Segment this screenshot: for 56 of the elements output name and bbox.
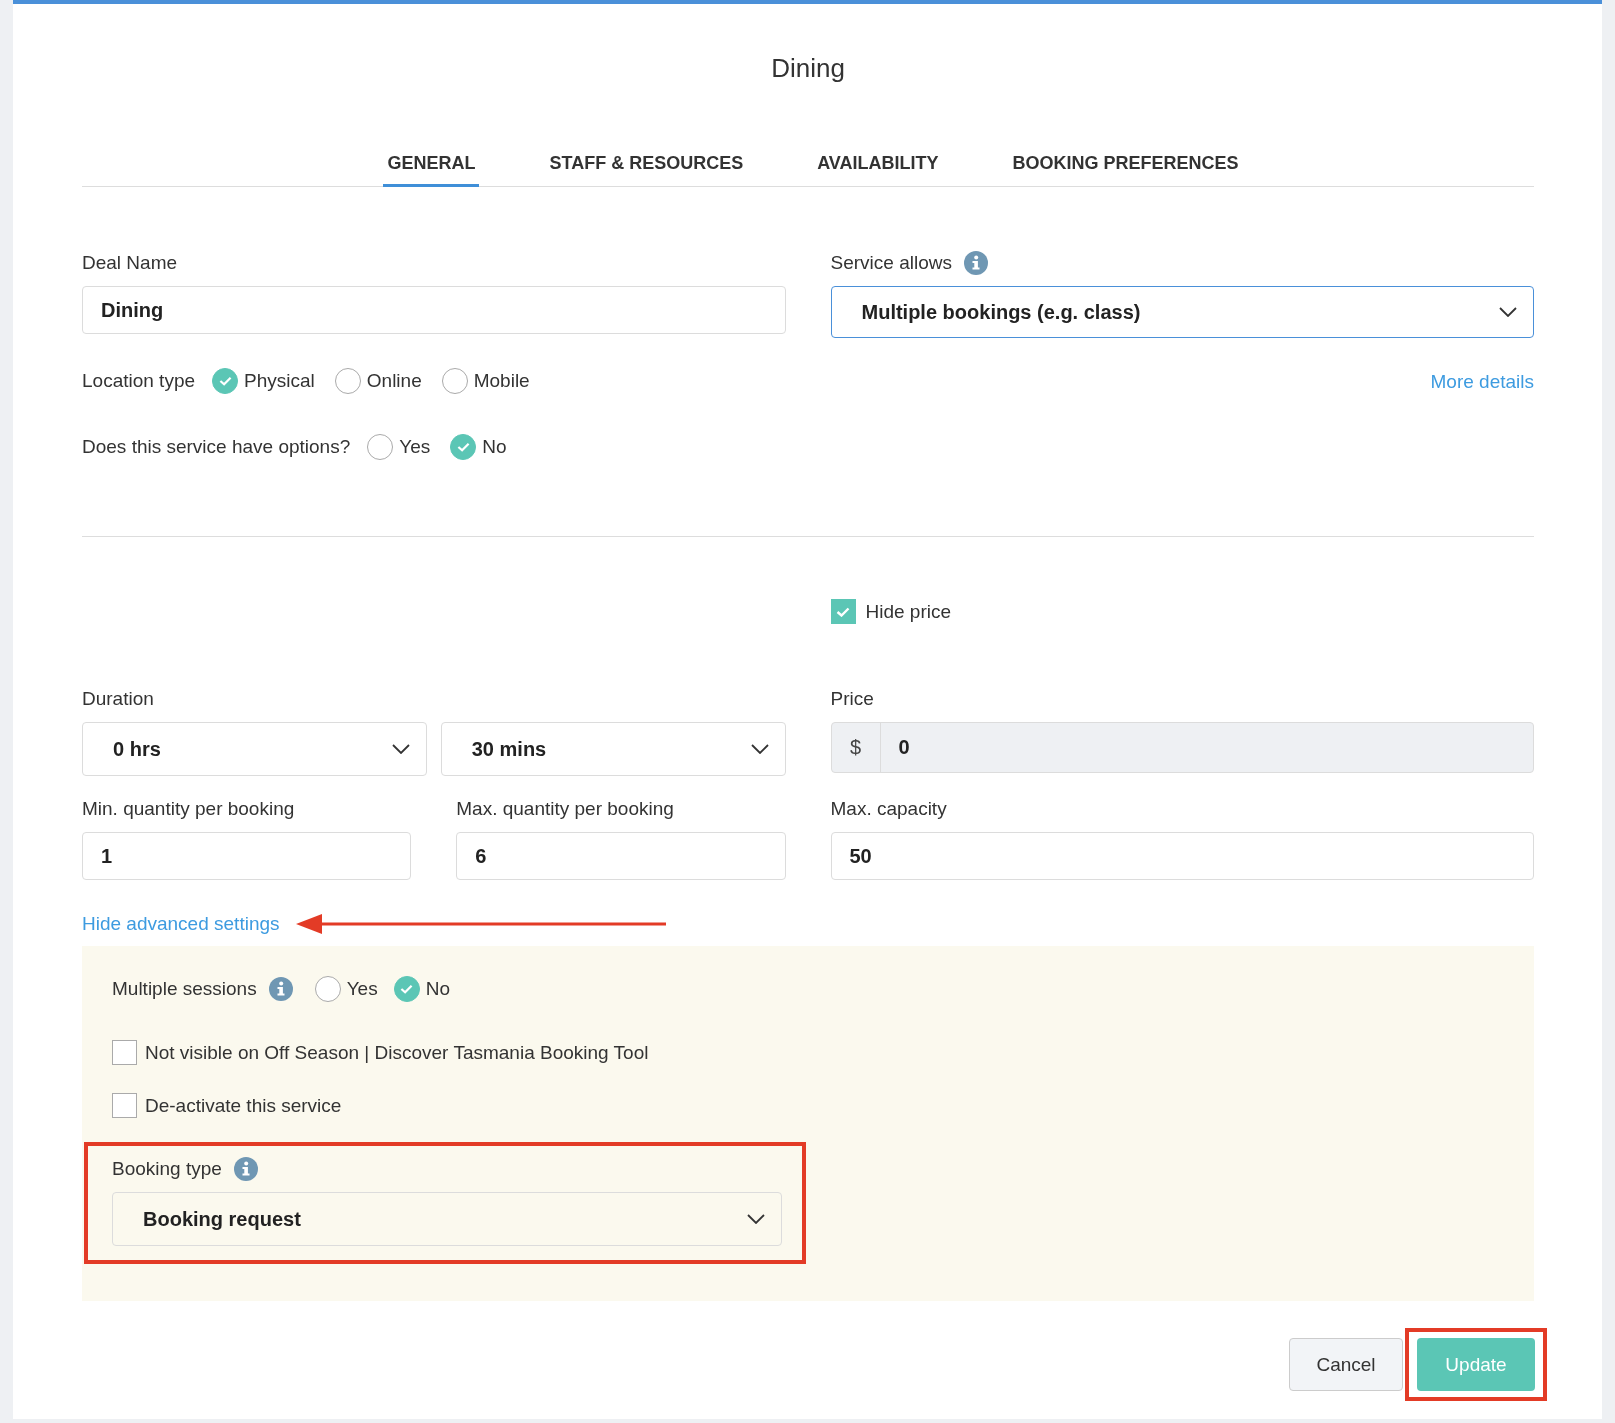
tab[interactable]: BOOKING PREFERENCES [1008,147,1243,187]
radio-button[interactable] [441,368,468,394]
radio-label: Online [366,370,422,392]
chevron-down-icon [747,1214,765,1224]
field-label: Location type [82,370,196,392]
radio-button[interactable] [450,434,477,460]
radio-label: Mobile [473,370,530,392]
check-icon [456,442,470,452]
checkbox-label: Not visible on Off Season | Discover Tasmania Booking Tool [145,1041,649,1064]
chevron-down-icon [1499,307,1517,317]
radio-label: No [482,436,507,458]
tab[interactable]: GENERAL [383,147,480,187]
field-label: Multiple sessions [112,978,257,1000]
quantity-field[interactable]: 1 [82,832,412,880]
info-icon[interactable] [233,1157,258,1181]
field-label: Duration [82,688,155,710]
field-label: Price [830,688,875,710]
tab[interactable]: STAFF & RESOURCES [545,147,748,187]
info-icon[interactable] [268,977,293,1001]
field-label: Booking type [112,1158,222,1180]
deal-name-field[interactable]: Dining [82,286,786,334]
field-label: Max. capacity [830,798,948,820]
checkbox[interactable] [112,1093,137,1118]
chevron-down-icon [391,744,410,754]
field-label: Max. quantity per booking [456,798,675,820]
radio-label: Yes [399,436,431,458]
tab[interactable]: AVAILABILITY [813,147,943,187]
radio-button[interactable] [212,368,239,394]
check-icon [218,376,232,386]
checkbox-label: De-activate this service [145,1094,342,1117]
booking-type-dropdown[interactable]: Booking request [112,1192,782,1246]
dialog-title: Dining [770,52,846,85]
hours-dropdown[interactable]: 0 hrs [82,722,427,776]
radio-button[interactable] [314,976,341,1002]
quantity-field[interactable]: 6 [456,832,786,880]
checkbox-label: Hide price [865,600,952,623]
radio-button[interactable] [367,434,394,460]
checkbox[interactable] [830,599,856,624]
field-label: Does this service have options? [82,436,351,458]
radio-label: Yes [346,978,378,1000]
check-icon [836,606,850,617]
capacity-field[interactable]: 50 [830,832,1534,880]
minutes-dropdown[interactable]: 30 mins [440,722,786,776]
radio-label: Physical [244,370,315,392]
service-allows-dropdown[interactable]: Multiple bookings (e.g. class) [830,286,1534,338]
field-label: Min. quantity per booking [82,798,296,820]
radio-button[interactable] [334,368,361,394]
field-label: Deal Name [82,252,179,274]
radio-label: No [425,978,450,1000]
info-icon[interactable] [963,251,988,275]
check-icon [400,984,414,994]
radio-button[interactable] [393,976,420,1002]
chevron-down-icon [750,744,769,754]
checkbox[interactable] [112,1040,137,1065]
cancel-button[interactable]: Cancel [1289,1338,1403,1391]
field-label: Service allows [830,252,952,274]
